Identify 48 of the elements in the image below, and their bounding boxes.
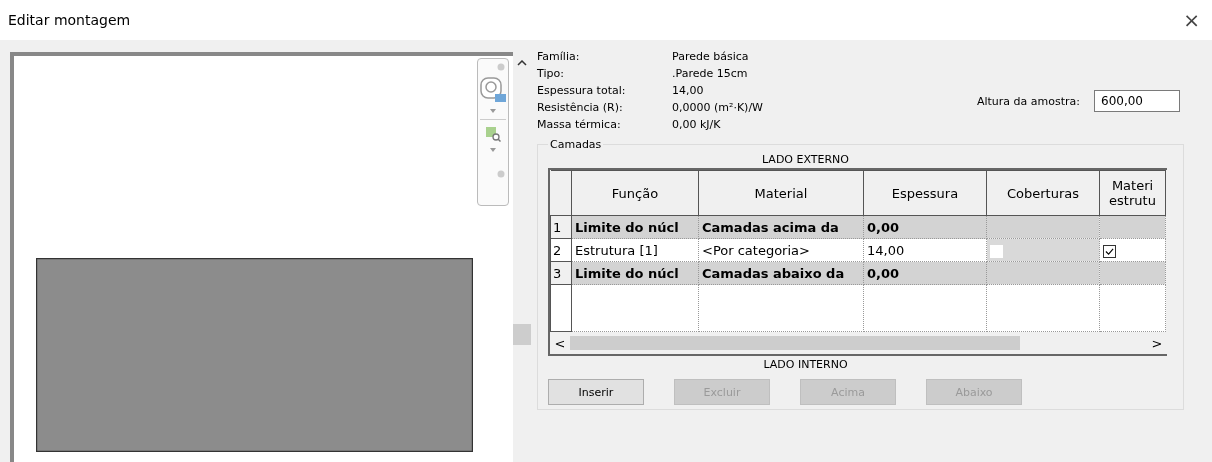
property-value: Parede básica	[672, 50, 750, 64]
scroll-up-icon[interactable]	[517, 60, 527, 66]
checkbox[interactable]	[1103, 244, 1116, 258]
property-label: Espessura total:	[537, 84, 627, 98]
column-header[interactable]: Materi estrutu	[1099, 170, 1166, 216]
row-number: 2	[550, 238, 572, 262]
property-label: Resistência (R):	[537, 101, 624, 115]
scroll-thumb[interactable]	[570, 336, 1020, 350]
group-title: Camadas	[549, 138, 603, 151]
caret-icon[interactable]	[490, 148, 496, 152]
close-button[interactable]: ×	[1179, 8, 1204, 32]
property-label: Família:	[537, 50, 581, 64]
table-cell: Camadas abaixo da	[698, 261, 864, 285]
minimize-icon[interactable]	[497, 170, 505, 178]
action-button[interactable]: Inserir	[548, 379, 644, 405]
caret-icon[interactable]	[490, 109, 496, 113]
property-label: Tipo:	[537, 67, 565, 81]
side-label: LADO INTERNO	[762, 357, 849, 373]
side-label: LADO EXTERNO	[761, 152, 850, 168]
window-title: Editar montagem	[8, 12, 131, 28]
steering-wheel-icon[interactable]	[480, 77, 506, 103]
scroll-thumb[interactable]	[513, 324, 531, 345]
property-value: .Parede 15cm	[672, 67, 749, 81]
row-number: 1	[550, 215, 572, 239]
table-cell: Limite do núcl	[571, 215, 699, 239]
table-cell: 14,00	[863, 238, 987, 262]
table-cell: 0,00	[863, 215, 987, 239]
table-cell: <Por categoria>	[698, 238, 864, 262]
column-header[interactable]: Espessura	[863, 170, 987, 216]
property-value: 0,0000 (m²·K)/W	[672, 101, 763, 115]
row-number: 3	[550, 261, 572, 285]
close-icon[interactable]	[497, 63, 505, 71]
property-label: Massa térmica:	[537, 118, 622, 132]
sample-height-field[interactable]: 600,00	[1094, 90, 1180, 112]
table-cell: Limite do núcl	[571, 261, 699, 285]
scroll-left-button[interactable]: <	[550, 332, 570, 354]
zoom-icon[interactable]	[485, 126, 501, 142]
scroll-right-button[interactable]: >	[1147, 332, 1167, 354]
table-cell: 0,00	[863, 261, 987, 285]
property-value: 0,00 kJ/K	[672, 118, 722, 132]
checkbox[interactable]	[990, 244, 1003, 258]
column-header[interactable]: Função	[571, 170, 699, 216]
column-header[interactable]: Material	[698, 170, 864, 216]
property-value: 14,00	[672, 84, 705, 98]
table-cell: Estrutura [1]	[571, 238, 699, 262]
column-header[interactable]: Coberturas	[986, 170, 1100, 216]
sample-height-label: Altura da amostra:	[976, 94, 1080, 108]
table-cell: Camadas acima da	[698, 215, 864, 239]
